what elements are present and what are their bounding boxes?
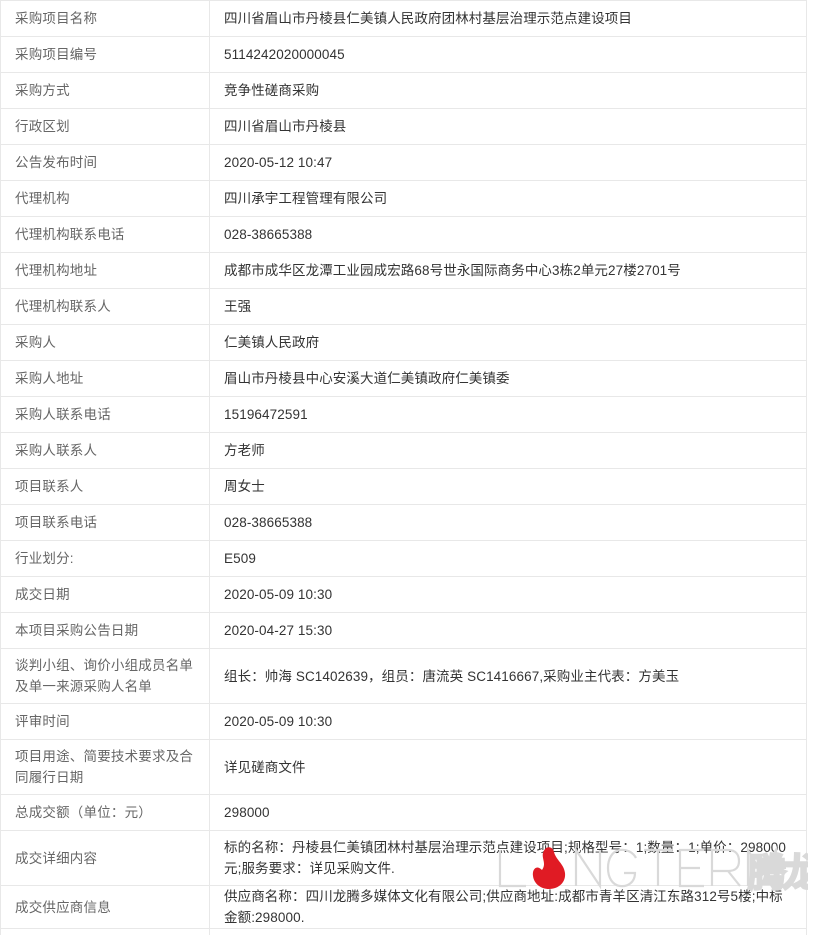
row-label: 代理机构 xyxy=(0,180,210,217)
document-page: 采购项目名称 四川省眉山市丹棱县仁美镇人民政府团林村基层治理示范点建设项目 采购… xyxy=(0,0,817,935)
row-value: 详见磋商文件 xyxy=(209,739,807,795)
table-row: 代理机构联系电话 028-38665388 xyxy=(0,216,807,253)
row-label: 采购人联系电话 xyxy=(0,396,210,433)
row-label: 采购人地址 xyxy=(0,360,210,397)
table-body: 采购项目名称 四川省眉山市丹棱县仁美镇人民政府团林村基层治理示范点建设项目 采购… xyxy=(0,0,807,935)
table-row: 项目联系人 周女士 xyxy=(0,468,807,505)
row-value: 周女士 xyxy=(209,468,807,505)
row-label: 行政区划 xyxy=(0,108,210,145)
row-value: 方老师 xyxy=(209,432,807,469)
row-value: E509 xyxy=(209,540,807,577)
table-row: 代理机构 四川承宇工程管理有限公司 xyxy=(0,180,807,217)
table-row: 采购方式 竞争性磋商采购 xyxy=(0,72,807,109)
table-row: 采购项目编号 5114242020000045 xyxy=(0,36,807,73)
row-label: 采购项目编号 xyxy=(0,36,210,73)
row-value: 仁美镇人民政府 xyxy=(209,324,807,361)
row-value: 四川承宇工程管理有限公司 xyxy=(209,180,807,217)
table-row: 代理机构地址 成都市成华区龙潭工业园成宏路68号世永国际商务中心3栋2单元27楼… xyxy=(0,252,807,289)
table-row: 成交日期 2020-05-09 10:30 xyxy=(0,576,807,613)
row-value: 15196472591 xyxy=(209,396,807,433)
table-row: 采购项目名称 四川省眉山市丹棱县仁美镇人民政府团林村基层治理示范点建设项目 xyxy=(0,0,807,37)
row-value: 供应商名称：四川龙腾多媒体文化有限公司;供应商地址:成都市青羊区清江东路312号… xyxy=(209,885,807,929)
row-label: 本项目采购公告日期 xyxy=(0,612,210,649)
row-value: 2020-05-09 10:30 xyxy=(209,703,807,740)
table-row: 行业划分: E509 xyxy=(0,540,807,577)
table-row: 公告发布时间 2020-05-12 10:47 xyxy=(0,144,807,181)
row-value: 四川省眉山市丹棱县 xyxy=(209,108,807,145)
row-label: 项目联系电话 xyxy=(0,504,210,541)
row-value: 四川省眉山市丹棱县仁美镇人民政府团林村基层治理示范点建设项目 xyxy=(209,0,807,37)
row-label: 成交日期 xyxy=(0,576,210,613)
row-value: 标的名称：丹棱县仁美镇团林村基层治理示范点建设项目;规格型号：1;数量：1;单价… xyxy=(209,830,807,886)
row-label: 代理机构联系电话 xyxy=(0,216,210,253)
table-row: 成交详细内容 标的名称：丹棱县仁美镇团林村基层治理示范点建设项目;规格型号：1;… xyxy=(0,830,807,886)
row-label xyxy=(0,928,210,935)
row-value: 眉山市丹棱县中心安溪大道仁美镇政府仁美镇委 xyxy=(209,360,807,397)
table-row: 采购人联系电话 15196472591 xyxy=(0,396,807,433)
table-row: 总成交额（单位：元） 298000 xyxy=(0,794,807,831)
row-label: 行业划分: xyxy=(0,540,210,577)
row-value: 组长：帅海 SC1402639，组员：唐流英 SC1416667,采购业主代表：… xyxy=(209,648,807,704)
row-label: 代理机构联系人 xyxy=(0,288,210,325)
row-value: 028-38665388 xyxy=(209,216,807,253)
table-row: 采购人 仁美镇人民政府 xyxy=(0,324,807,361)
row-value: 2020-04-27 15:30 xyxy=(209,612,807,649)
table-row-partial xyxy=(0,928,807,935)
row-label: 采购人联系人 xyxy=(0,432,210,469)
table-row: 项目联系电话 028-38665388 xyxy=(0,504,807,541)
row-label: 总成交额（单位：元） xyxy=(0,794,210,831)
row-label: 采购人 xyxy=(0,324,210,361)
table-row: 采购人联系人 方老师 xyxy=(0,432,807,469)
table-row: 评审时间 2020-05-09 10:30 xyxy=(0,703,807,740)
table-row: 行政区划 四川省眉山市丹棱县 xyxy=(0,108,807,145)
row-label: 采购项目名称 xyxy=(0,0,210,37)
row-label: 项目联系人 xyxy=(0,468,210,505)
row-value: 028-38665388 xyxy=(209,504,807,541)
table-row: 项目用途、简要技术要求及合同履行日期 详见磋商文件 xyxy=(0,739,807,795)
row-label: 采购方式 xyxy=(0,72,210,109)
table-row: 谈判小组、询价小组成员名单及单一来源采购人名单 组长：帅海 SC1402639，… xyxy=(0,648,807,704)
row-value xyxy=(209,928,807,935)
row-label: 评审时间 xyxy=(0,703,210,740)
table-row: 采购人地址 眉山市丹棱县中心安溪大道仁美镇政府仁美镇委 xyxy=(0,360,807,397)
row-label: 成交详细内容 xyxy=(0,830,210,886)
row-label: 项目用途、简要技术要求及合同履行日期 xyxy=(0,739,210,795)
table-row: 代理机构联系人 王强 xyxy=(0,288,807,325)
row-label: 公告发布时间 xyxy=(0,144,210,181)
row-value: 2020-05-12 10:47 xyxy=(209,144,807,181)
row-value: 竞争性磋商采购 xyxy=(209,72,807,109)
row-label: 成交供应商信息 xyxy=(0,885,210,929)
table-row: 本项目采购公告日期 2020-04-27 15:30 xyxy=(0,612,807,649)
row-value: 2020-05-09 10:30 xyxy=(209,576,807,613)
row-label: 谈判小组、询价小组成员名单及单一来源采购人名单 xyxy=(0,648,210,704)
table-row: 成交供应商信息 供应商名称：四川龙腾多媒体文化有限公司;供应商地址:成都市青羊区… xyxy=(0,885,807,929)
row-value: 王强 xyxy=(209,288,807,325)
row-value: 298000 xyxy=(209,794,807,831)
procurement-info-table: 采购项目名称 四川省眉山市丹棱县仁美镇人民政府团林村基层治理示范点建设项目 采购… xyxy=(0,0,807,935)
row-value: 5114242020000045 xyxy=(209,36,807,73)
row-label: 代理机构地址 xyxy=(0,252,210,289)
row-value: 成都市成华区龙潭工业园成宏路68号世永国际商务中心3栋2单元27楼2701号 xyxy=(209,252,807,289)
